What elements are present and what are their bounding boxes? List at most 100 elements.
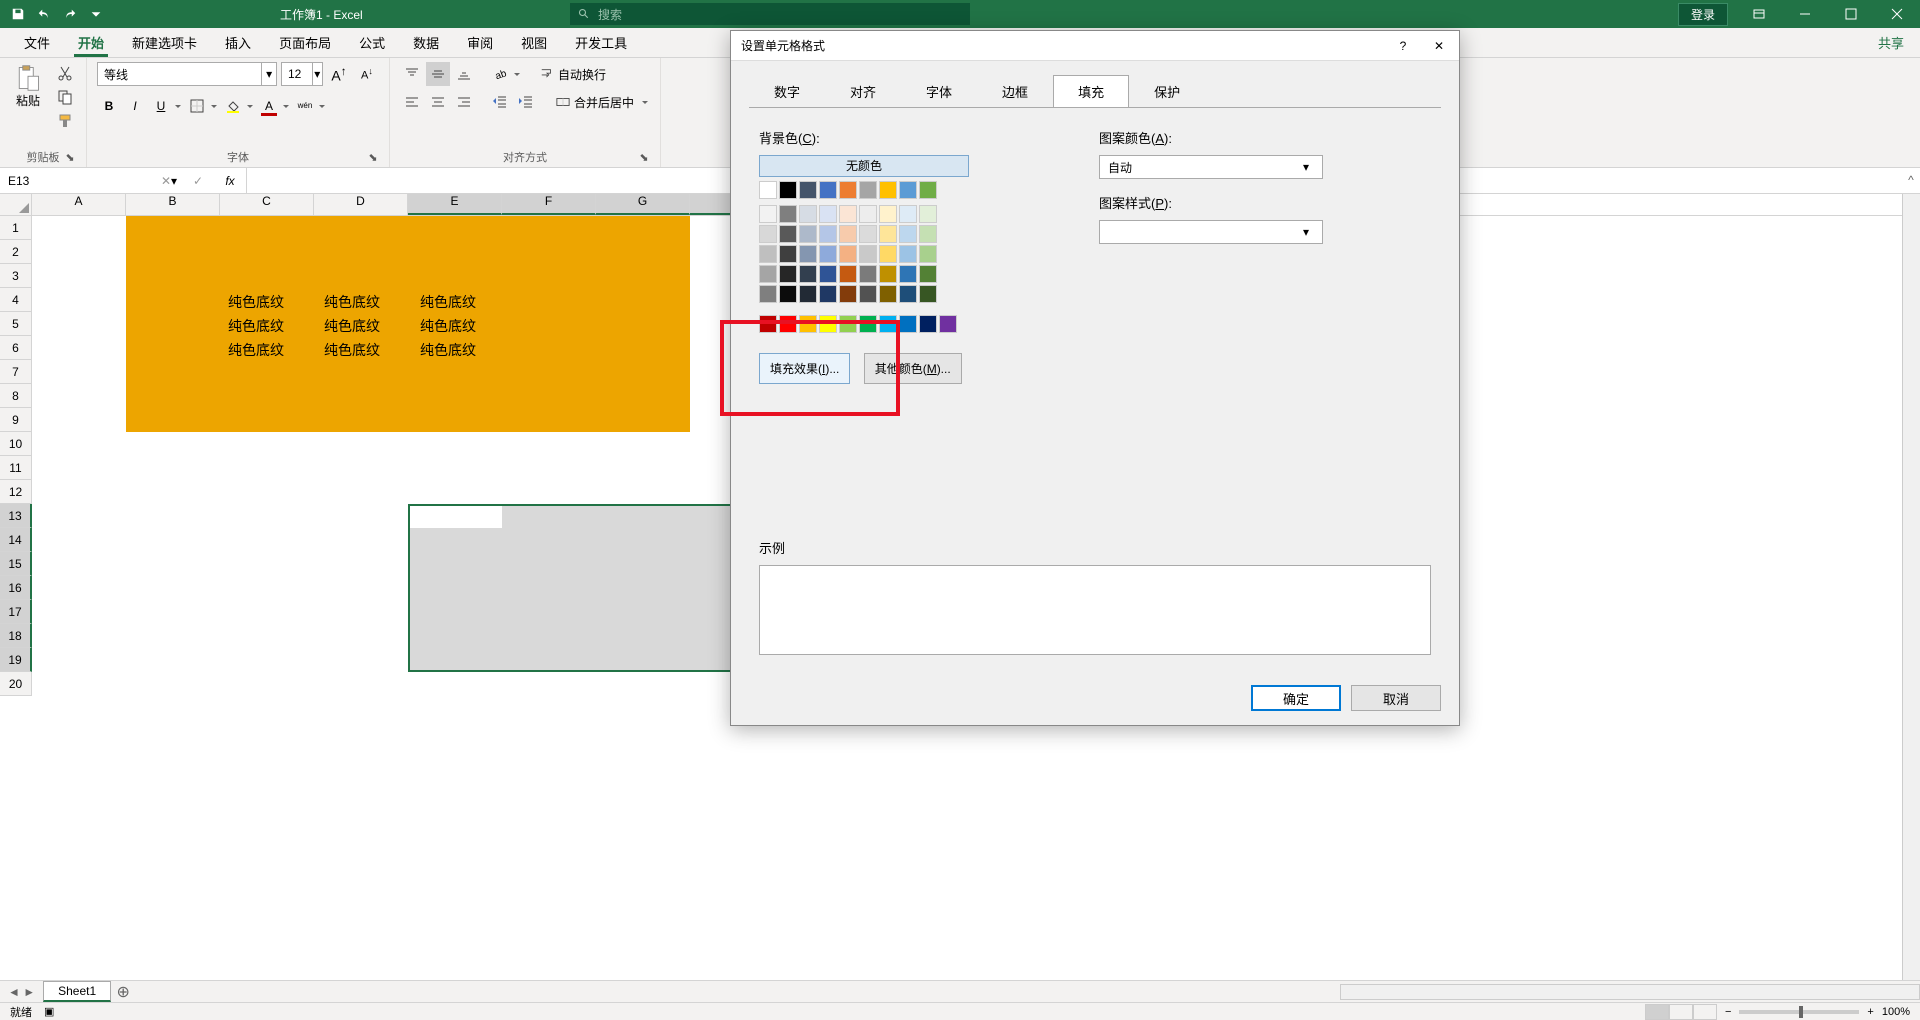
zoom-slider[interactable] <box>1739 1010 1859 1014</box>
color-swatch[interactable] <box>839 205 857 223</box>
macro-recorder-icon[interactable]: ▣ <box>44 1005 54 1018</box>
column-header[interactable]: B <box>126 194 220 215</box>
font-name-combo[interactable]: ▾ <box>97 62 277 86</box>
fill-effects-button[interactable]: 填充效果(I)... <box>759 353 850 384</box>
color-swatch[interactable] <box>839 225 857 243</box>
font-color-button[interactable]: A <box>257 94 281 118</box>
color-swatch[interactable] <box>779 245 797 263</box>
color-swatch[interactable] <box>759 285 777 303</box>
color-swatch[interactable] <box>799 205 817 223</box>
cancel-formula-button[interactable]: ✕ <box>150 168 182 193</box>
row-header[interactable]: 8 <box>0 384 32 408</box>
tab-insert[interactable]: 插入 <box>211 28 265 57</box>
row-header[interactable]: 20 <box>0 672 32 696</box>
tab-data[interactable]: 数据 <box>399 28 453 57</box>
color-swatch[interactable] <box>919 285 937 303</box>
tab-home[interactable]: 开始 <box>64 28 118 57</box>
chevron-down-icon[interactable]: ▾ <box>1298 160 1314 174</box>
color-swatch[interactable] <box>759 181 777 199</box>
phonetic-dropdown[interactable] <box>317 94 327 118</box>
font-size-combo[interactable]: ▾ <box>281 62 323 86</box>
color-swatch[interactable] <box>859 245 877 263</box>
fill-color-dropdown[interactable] <box>245 94 255 118</box>
color-swatch[interactable] <box>819 225 837 243</box>
align-left-button[interactable] <box>400 90 424 114</box>
italic-button[interactable]: I <box>123 94 147 118</box>
sheet-nav[interactable]: ◄ ► <box>0 985 43 999</box>
pattern-style-combo[interactable]: ▾ <box>1099 220 1323 244</box>
align-bottom-button[interactable] <box>452 62 476 86</box>
row-header[interactable]: 14 <box>0 528 32 552</box>
row-header[interactable]: 5 <box>0 312 32 336</box>
zoom-in-button[interactable]: + <box>1867 1006 1873 1018</box>
close-button[interactable] <box>1874 0 1920 28</box>
color-swatch[interactable] <box>859 225 877 243</box>
qat-customize-button[interactable] <box>84 3 108 25</box>
color-swatch[interactable] <box>779 205 797 223</box>
cut-button[interactable] <box>54 62 76 84</box>
color-swatch[interactable] <box>899 265 917 283</box>
ribbon-display-button[interactable] <box>1736 0 1782 28</box>
format-painter-button[interactable] <box>54 110 76 132</box>
clipboard-launcher-icon[interactable]: ⬊ <box>64 151 76 163</box>
underline-button[interactable]: U <box>149 94 173 118</box>
color-swatch[interactable] <box>879 225 897 243</box>
color-swatch[interactable] <box>899 315 917 333</box>
color-swatch[interactable] <box>819 265 837 283</box>
color-swatch[interactable] <box>919 265 937 283</box>
wrap-text-button[interactable]: 自动换行 <box>534 62 612 86</box>
color-swatch[interactable] <box>759 315 777 333</box>
dialog-titlebar[interactable]: 设置单元格格式 ? ✕ <box>731 31 1459 61</box>
color-swatch[interactable] <box>819 181 837 199</box>
enter-formula-button[interactable]: ✓ <box>182 168 214 193</box>
color-swatch[interactable] <box>839 265 857 283</box>
column-header[interactable]: C <box>220 194 314 215</box>
color-swatch[interactable] <box>779 265 797 283</box>
align-right-button[interactable] <box>452 90 476 114</box>
tab-newtab[interactable]: 新建选项卡 <box>118 28 211 57</box>
color-swatch[interactable] <box>939 315 957 333</box>
vertical-scrollbar[interactable] <box>1902 194 1920 980</box>
row-header[interactable]: 4 <box>0 288 32 312</box>
search-box[interactable]: 搜索 <box>570 3 970 25</box>
color-swatch[interactable] <box>819 245 837 263</box>
maximize-button[interactable] <box>1828 0 1874 28</box>
color-swatch[interactable] <box>859 181 877 199</box>
row-header[interactable]: 18 <box>0 624 32 648</box>
orientation-dropdown[interactable] <box>512 62 522 86</box>
align-top-button[interactable] <box>400 62 424 86</box>
color-swatch[interactable] <box>879 265 897 283</box>
borders-dropdown[interactable] <box>209 94 219 118</box>
row-header[interactable]: 6 <box>0 336 32 360</box>
color-swatch[interactable] <box>759 225 777 243</box>
color-swatch[interactable] <box>819 285 837 303</box>
dialog-close-button[interactable]: ✕ <box>1429 36 1449 56</box>
name-box[interactable]: ▾ <box>0 168 150 193</box>
undo-button[interactable] <box>32 3 56 25</box>
color-swatch[interactable] <box>879 285 897 303</box>
zoom-level[interactable]: 100% <box>1882 1006 1910 1018</box>
redo-button[interactable] <box>58 3 82 25</box>
fill-color-button[interactable] <box>221 94 245 118</box>
zoom-out-button[interactable]: − <box>1725 1006 1731 1018</box>
color-swatch[interactable] <box>799 315 817 333</box>
color-swatch[interactable] <box>919 315 937 333</box>
color-swatch[interactable] <box>799 285 817 303</box>
font-launcher-icon[interactable]: ⬊ <box>367 151 379 163</box>
row-header[interactable]: 19 <box>0 648 32 672</box>
row-header[interactable]: 3 <box>0 264 32 288</box>
more-colors-button[interactable]: 其他颜色(M)... <box>864 353 962 384</box>
minimize-button[interactable] <box>1782 0 1828 28</box>
borders-button[interactable] <box>185 94 209 118</box>
color-swatch[interactable] <box>839 315 857 333</box>
align-middle-button[interactable] <box>426 62 450 86</box>
page-break-view-button[interactable] <box>1693 1004 1717 1020</box>
color-swatch[interactable] <box>879 205 897 223</box>
color-swatch[interactable] <box>859 265 877 283</box>
tab-review[interactable]: 审阅 <box>453 28 507 57</box>
row-header[interactable]: 10 <box>0 432 32 456</box>
decrease-indent-button[interactable] <box>488 90 512 114</box>
color-swatch[interactable] <box>879 315 897 333</box>
tab-page-layout[interactable]: 页面布局 <box>265 28 345 57</box>
select-all-button[interactable] <box>0 194 32 216</box>
